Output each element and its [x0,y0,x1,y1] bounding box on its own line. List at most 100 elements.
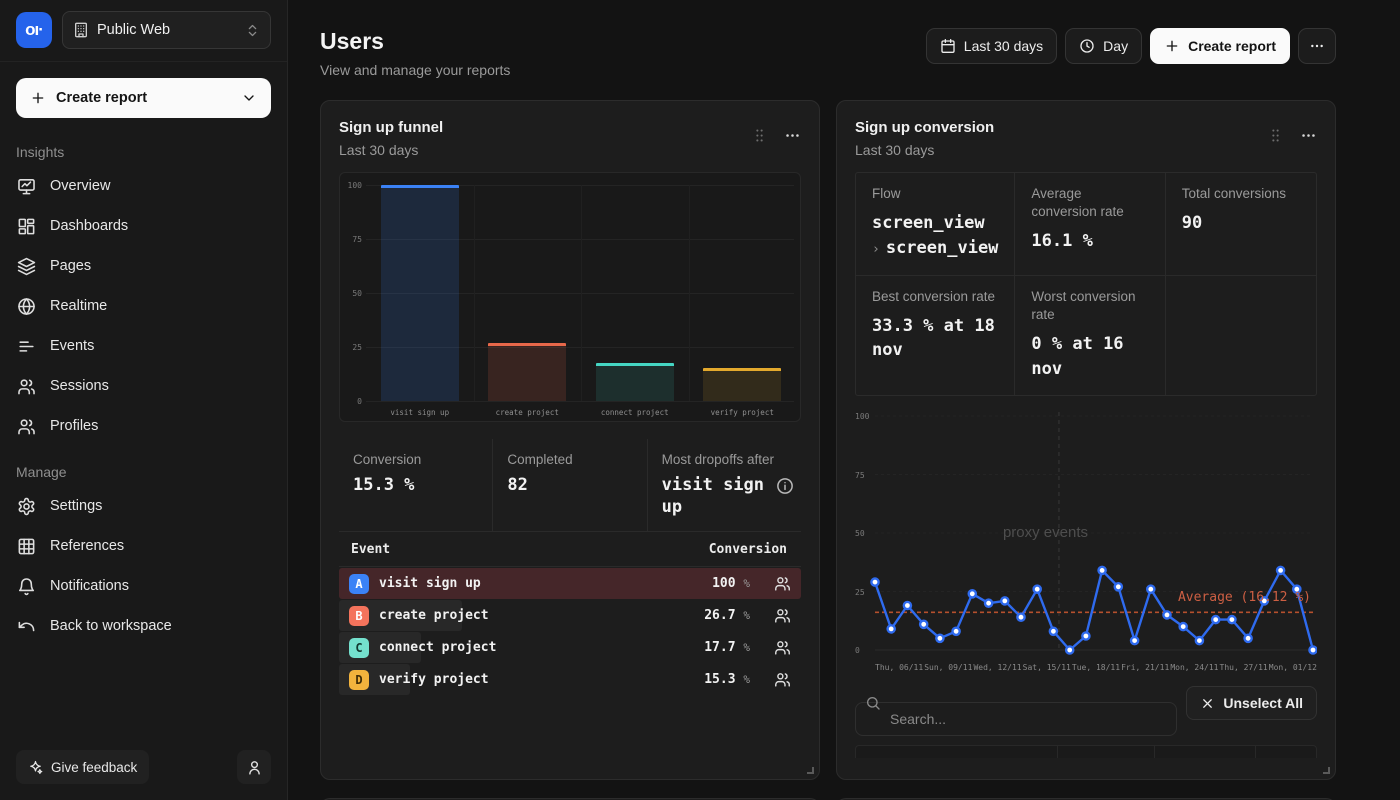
funnel-bar-visit-sign-up[interactable] [381,185,459,401]
conversion-column-header: Conversion [709,542,787,557]
sidebar-item-overview[interactable]: Overview [0,166,287,206]
x-axis-tick: create project [474,408,582,417]
x-axis-tick: Mon, 24/11 [1170,663,1218,672]
event-row-connect-project[interactable]: C connect project 17.7 % [339,632,801,663]
give-feedback-button[interactable]: Give feedback [16,750,149,784]
data-point[interactable] [1082,633,1089,640]
data-point[interactable] [920,621,927,628]
stat-value: 0 % at 16 nov [1031,332,1148,381]
data-point[interactable] [1277,567,1284,574]
data-point[interactable] [871,579,878,586]
list-lines-icon [17,337,36,356]
event-conversion: 15.3 % [704,672,750,687]
drag-handle[interactable] [751,127,768,144]
unselect-all-label: Unselect All [1223,695,1303,711]
search-input[interactable] [855,702,1177,736]
sidebar-item-references[interactable]: References [0,526,287,566]
event-column-header: Event [351,542,390,557]
event-row-verify-project[interactable]: D verify project 15.3 % [339,664,801,695]
step-badge: B [349,606,369,626]
event-conversion: 100 % [712,576,750,591]
data-point[interactable] [1309,647,1316,654]
data-point[interactable] [1001,598,1008,605]
data-point[interactable] [1099,567,1106,574]
data-point[interactable] [904,602,911,609]
data-point[interactable] [936,635,943,642]
sidebar-item-back-to-workspace[interactable]: Back to workspace [0,606,287,646]
x-axis-tick: verify project [689,408,797,417]
sidebar-item-notifications[interactable]: Notifications [0,566,287,606]
card-resize-handle[interactable] [1323,767,1330,774]
x-axis-tick: Thu, 27/11 [1220,663,1268,672]
data-point[interactable] [969,590,976,597]
interval-button[interactable]: Day [1065,28,1142,64]
sidebar-item-events[interactable]: Events [0,326,287,366]
funnel-bar-verify-project[interactable] [703,368,781,401]
x-axis-tick: visit sign up [366,408,474,417]
drag-handle[interactable] [1267,127,1284,144]
event-name: create project [379,608,694,623]
sidebar-nav: InsightsOverview Dashboards Pages RealtimeE… [0,126,287,646]
data-point[interactable] [1163,612,1170,619]
create-report-button-sidebar[interactable]: Create report [16,78,271,118]
data-point[interactable] [1050,628,1057,635]
data-point[interactable] [1066,647,1073,654]
users-icon [774,575,791,592]
stat-value: 82 [507,474,632,496]
button-label: Create report [1188,38,1276,54]
data-point[interactable] [953,628,960,635]
x-axis-tick: Fri, 21/11 [1121,663,1169,672]
data-point[interactable] [1212,616,1219,623]
data-point[interactable] [1245,635,1252,642]
data-point[interactable] [1180,623,1187,630]
stat-value: screen_view›screen_view [872,211,998,260]
sidebar-item-label: Notifications [50,578,129,594]
stat-value: 15.3 % [353,474,478,496]
funnel-bar-create-project[interactable] [488,343,566,401]
x-axis-tick: Thu, 06/11 [875,663,923,672]
plus-icon [30,90,46,106]
logo-text: oı· [25,20,43,40]
nav-section-label: Manage [0,446,287,486]
funnel-bar-connect-project[interactable] [596,363,674,401]
data-point[interactable] [1196,637,1203,644]
chevrons-up-down-icon [245,23,260,38]
create-report-button[interactable]: Create report [1150,28,1290,64]
event-row-visit-sign-up[interactable]: A visit sign up 100 % [339,568,801,599]
data-point[interactable] [1115,583,1122,590]
sidebar-item-profiles[interactable]: Profiles [0,406,287,446]
data-point[interactable] [1228,616,1235,623]
monitor-chart-icon [17,177,36,196]
sidebar-item-label: Pages [50,258,91,274]
data-point[interactable] [985,600,992,607]
funnel-card-title: Sign up funnel [339,119,443,136]
card-resize-handle[interactable] [807,767,814,774]
date-range-button[interactable]: Last 30 days [926,28,1057,64]
data-point[interactable] [1034,586,1041,593]
more-button[interactable] [1298,28,1336,64]
sidebar-item-dashboards[interactable]: Dashboards [0,206,287,246]
event-row-create-project[interactable]: B create project 26.7 % [339,600,801,631]
data-point[interactable] [1017,614,1024,621]
unselect-all-button[interactable]: Unselect All [1186,686,1317,720]
nav-section-label: Insights [0,126,287,166]
workspace-name: Public Web [97,22,237,38]
workspace-selector[interactable]: Public Web [62,11,271,49]
sidebar-item-sessions[interactable]: Sessions [0,366,287,406]
sidebar-item-settings[interactable]: Settings [0,486,287,526]
data-point[interactable] [1147,586,1154,593]
card-menu-button[interactable] [1300,127,1317,144]
data-point[interactable] [888,626,895,633]
x-axis-tick: Sat, 15/11 [1023,663,1071,672]
page-title: Users [320,28,510,55]
sidebar-item-label: Dashboards [50,218,128,234]
y-axis-tick: 25 [340,343,362,352]
sidebar-item-pages[interactable]: Pages [0,246,287,286]
sidebar-footer: Give feedback [0,738,287,800]
stat-flow: Flowscreen_view›screen_view [856,173,1015,276]
card-menu-button[interactable] [784,127,801,144]
account-button[interactable] [237,750,271,784]
page-header: Users View and manage your reports Last … [320,28,1336,78]
sidebar-item-realtime[interactable]: Realtime [0,286,287,326]
data-point[interactable] [1131,637,1138,644]
